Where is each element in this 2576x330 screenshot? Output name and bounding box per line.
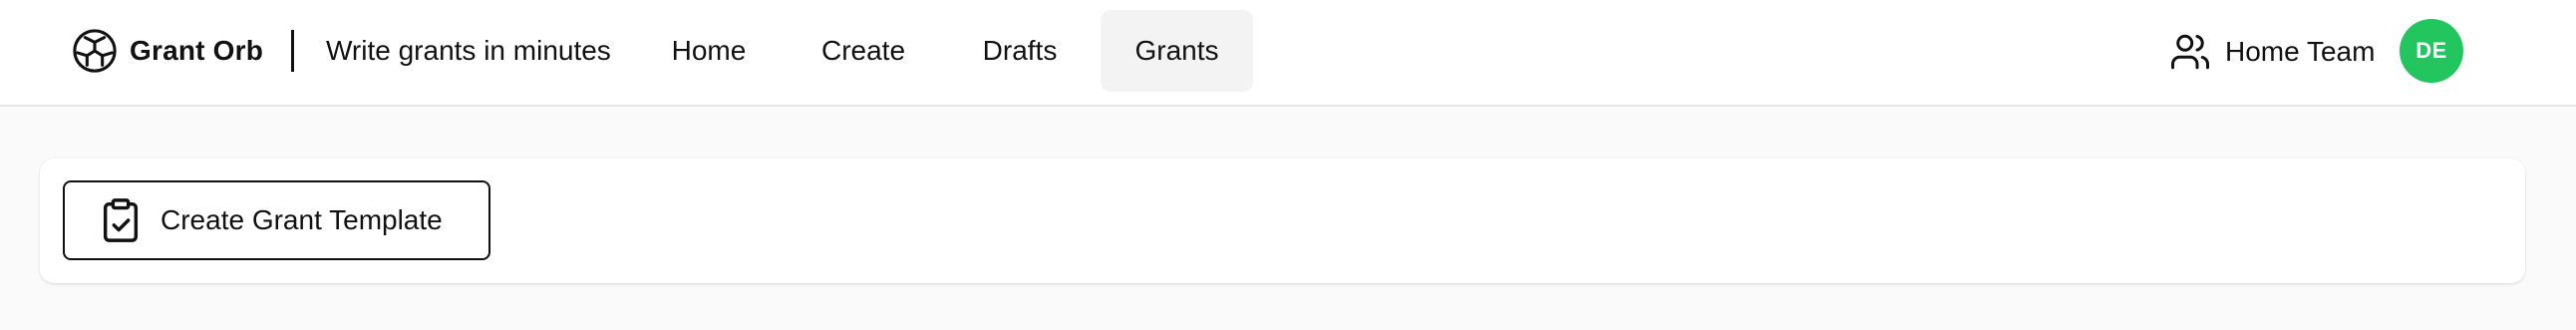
avatar[interactable]: DE	[2400, 19, 2463, 83]
users-icon	[2171, 34, 2209, 70]
brand[interactable]: Grant Orb	[72, 27, 263, 75]
tagline: Write grants in minutes	[326, 35, 611, 66]
brand-name: Grant Orb	[130, 35, 264, 66]
create-grant-template-label: Create Grant Template	[161, 204, 443, 235]
clipboard-check-icon	[103, 198, 139, 242]
nav-home[interactable]: Home	[651, 10, 767, 92]
brand-divider	[291, 30, 294, 72]
orb-logo-icon	[73, 29, 117, 73]
create-grant-template-button[interactable]: Create Grant Template	[63, 180, 490, 260]
team-name: Home Team	[2225, 36, 2376, 67]
nav-create[interactable]: Create	[804, 10, 923, 92]
top-navigation-bar: Grant Orb Write grants in minutes Home C…	[0, 0, 2576, 107]
nav-drafts[interactable]: Drafts	[961, 10, 1079, 92]
team-switcher[interactable]: Home Team	[2169, 26, 2375, 78]
nav-grants[interactable]: Grants	[1101, 10, 1253, 92]
